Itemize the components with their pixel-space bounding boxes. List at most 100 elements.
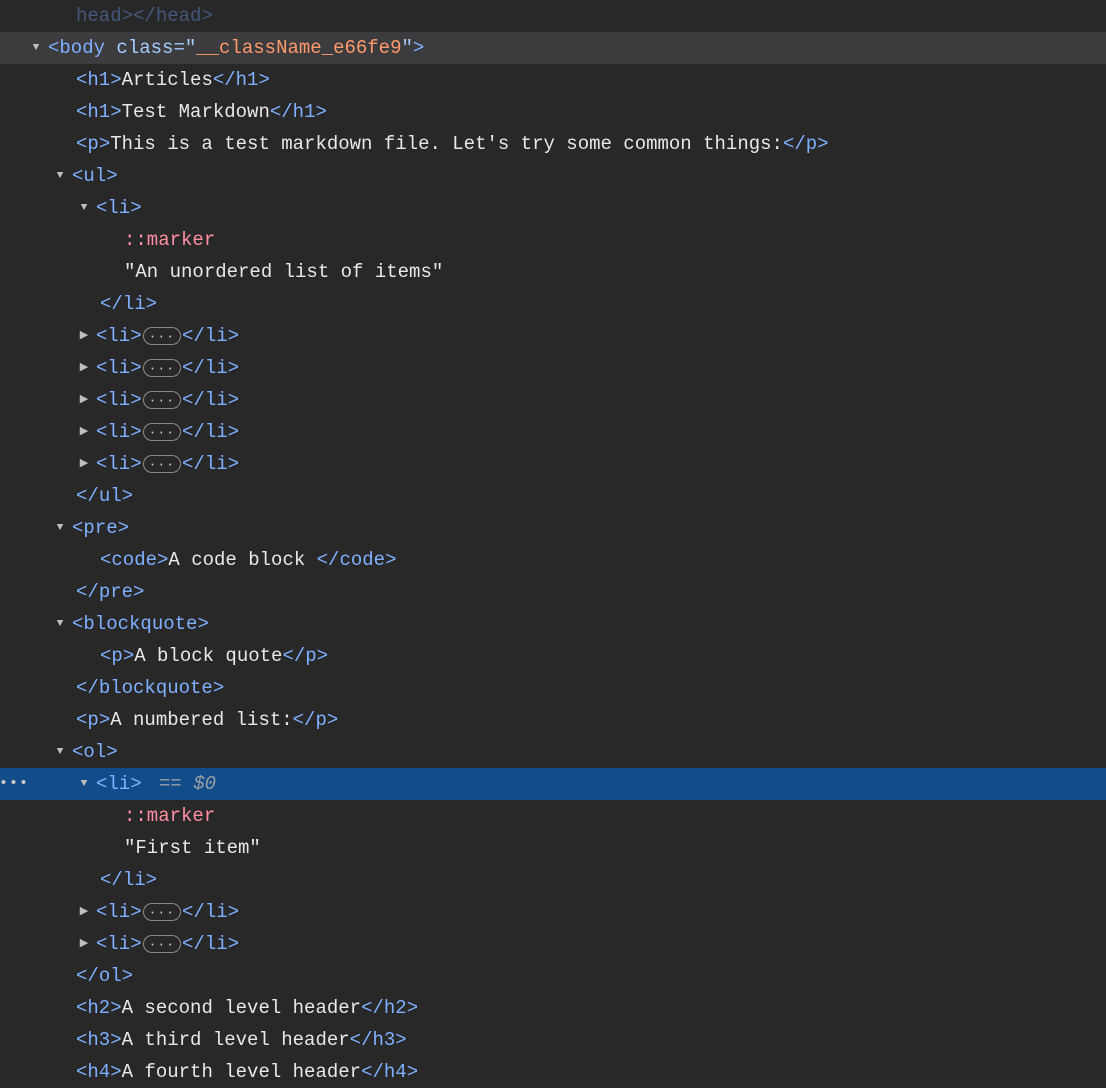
token-bracket: > bbox=[395, 1024, 406, 1056]
expand-toggle-open-icon[interactable]: ▼ bbox=[52, 608, 68, 640]
dom-tree-row[interactable]: </pre> bbox=[0, 576, 1106, 608]
token-bracket: > bbox=[228, 896, 239, 928]
token-bracket: > bbox=[197, 608, 208, 640]
dom-tree-row[interactable]: ▶<li>···</li> bbox=[0, 320, 1106, 352]
expand-toggle-closed-icon[interactable]: ▶ bbox=[76, 896, 92, 928]
token-tag: li bbox=[123, 288, 146, 320]
dom-tree-row[interactable]: ::marker bbox=[0, 800, 1106, 832]
expand-toggle-closed-icon[interactable]: ▶ bbox=[76, 384, 92, 416]
dom-tree-row[interactable]: "An unordered list of items" bbox=[0, 256, 1106, 288]
dom-tree-row[interactable]: ▼<body class="__className_e66fe9"> bbox=[0, 32, 1106, 64]
token-bracket: > bbox=[99, 128, 110, 160]
dom-tree-row[interactable]: "First item" bbox=[0, 832, 1106, 864]
token-pseudo: ::marker bbox=[124, 800, 215, 832]
expand-toggle-closed-icon[interactable]: ▶ bbox=[76, 928, 92, 960]
row-content: </pre> bbox=[28, 576, 144, 608]
dom-tree-row[interactable]: ::marker bbox=[0, 224, 1106, 256]
expand-toggle-closed-icon[interactable]: ▶ bbox=[76, 352, 92, 384]
dom-tree-row[interactable]: ▶<li>···</li> bbox=[0, 352, 1106, 384]
token-tag: h1 bbox=[236, 64, 259, 96]
token-bracket: > bbox=[130, 320, 141, 352]
token-tag: ul bbox=[99, 480, 122, 512]
token-text: A second level header bbox=[122, 992, 361, 1024]
collapsed-ellipsis-icon[interactable]: ··· bbox=[143, 935, 181, 953]
expand-toggle-open-icon[interactable]: ▼ bbox=[52, 512, 68, 544]
collapsed-ellipsis-icon[interactable]: ··· bbox=[143, 327, 181, 345]
dom-tree-row[interactable]: <h4>A fourth level header</h4> bbox=[0, 1056, 1106, 1088]
dom-tree-row[interactable]: </ul> bbox=[0, 480, 1106, 512]
token-bracket: > bbox=[118, 512, 129, 544]
dom-tree-row[interactable]: <p>A block quote</p> bbox=[0, 640, 1106, 672]
expand-toggle-closed-icon[interactable]: ▶ bbox=[76, 320, 92, 352]
expand-toggle-open-icon[interactable]: ▼ bbox=[52, 736, 68, 768]
dom-tree-row[interactable]: <h2>A second level header</h2> bbox=[0, 992, 1106, 1024]
token-bracket: </ bbox=[361, 1056, 384, 1088]
token-bracket: </ bbox=[182, 384, 205, 416]
expand-toggle-open-icon[interactable]: ▼ bbox=[76, 768, 92, 800]
dom-tree-row[interactable]: ▼<pre> bbox=[0, 512, 1106, 544]
token-bracket: < bbox=[96, 384, 107, 416]
dom-tree-row[interactable]: ▼<li> bbox=[0, 192, 1106, 224]
token-bracket: < bbox=[100, 640, 111, 672]
token-bracket: </ bbox=[100, 288, 123, 320]
dom-tree-row[interactable]: </li> bbox=[0, 288, 1106, 320]
dom-tree-row[interactable]: <code>A code block </code> bbox=[0, 544, 1106, 576]
collapsed-ellipsis-icon[interactable]: ··· bbox=[143, 423, 181, 441]
collapsed-ellipsis-icon[interactable]: ··· bbox=[143, 359, 181, 377]
dom-tree-row[interactable]: •••▼<li> == $0 bbox=[0, 768, 1106, 800]
dom-tree-row[interactable]: ▶<li>···</li> bbox=[0, 928, 1106, 960]
row-content: <p>A block quote</p> bbox=[28, 640, 328, 672]
token-tag: h2 bbox=[87, 992, 110, 1024]
dom-tree-row[interactable]: ▼<blockquote> bbox=[0, 608, 1106, 640]
dom-tree-row[interactable]: <h3>A third level header</h3> bbox=[0, 1024, 1106, 1056]
token-tag: h1 bbox=[87, 64, 110, 96]
token-bracket: < bbox=[96, 320, 107, 352]
row-content: ▶<li>···</li> bbox=[28, 320, 239, 352]
dom-tree-row[interactable]: ▶<li>···</li> bbox=[0, 416, 1106, 448]
collapsed-ellipsis-icon[interactable]: ··· bbox=[143, 903, 181, 921]
token-bracket: > bbox=[228, 928, 239, 960]
expand-toggle-open-icon[interactable]: ▼ bbox=[52, 160, 68, 192]
row-content: ▶<li>···</li> bbox=[28, 928, 239, 960]
row-content: ::marker bbox=[28, 224, 215, 256]
token-quoted: "An unordered list of items" bbox=[124, 256, 443, 288]
dom-tree-row[interactable]: <p>A numbered list:</p> bbox=[0, 704, 1106, 736]
token-bracket: > bbox=[130, 352, 141, 384]
dom-tree-row[interactable]: ▼<ul> bbox=[0, 160, 1106, 192]
dom-tree-row[interactable]: ▶<li>···</li> bbox=[0, 384, 1106, 416]
dom-tree-row[interactable]: ▶<li>···</li> bbox=[0, 896, 1106, 928]
row-content: <h2>A second level header</h2> bbox=[28, 992, 418, 1024]
token-tag: body bbox=[59, 32, 116, 64]
token-text: A block quote bbox=[134, 640, 282, 672]
dom-tree-row[interactable]: </li> bbox=[0, 864, 1106, 896]
expand-toggle-open-icon[interactable]: ▼ bbox=[76, 192, 92, 224]
token-bracket: > bbox=[385, 544, 396, 576]
token-bracket: > bbox=[407, 992, 418, 1024]
dom-tree-row[interactable]: head></head> bbox=[0, 0, 1106, 32]
dom-tree-row[interactable]: <h1>Test Markdown</h1> bbox=[0, 96, 1106, 128]
token-bracket: </ bbox=[100, 864, 123, 896]
dom-tree-row[interactable]: ▼<ol> bbox=[0, 736, 1106, 768]
dom-tree-row[interactable]: <h1>Articles</h1> bbox=[0, 64, 1106, 96]
dom-tree-row[interactable]: </blockquote> bbox=[0, 672, 1106, 704]
collapsed-ellipsis-icon[interactable]: ··· bbox=[143, 455, 181, 473]
dom-tree-row[interactable]: ▶<li>···</li> bbox=[0, 448, 1106, 480]
token-bracket: < bbox=[76, 128, 87, 160]
dom-tree-row[interactable]: </ol> bbox=[0, 960, 1106, 992]
token-bracket: </ bbox=[76, 480, 99, 512]
expand-toggle-open-icon[interactable]: ▼ bbox=[28, 32, 44, 64]
dom-tree-container: head></head>▼<body class="__className_e6… bbox=[0, 0, 1106, 1088]
collapsed-ellipsis-icon[interactable]: ··· bbox=[143, 391, 181, 409]
token-bracket: </ bbox=[783, 128, 806, 160]
expand-toggle-closed-icon[interactable]: ▶ bbox=[76, 448, 92, 480]
token-tag: li bbox=[107, 768, 130, 800]
dom-tree-row[interactable]: <p>This is a test markdown file. Let's t… bbox=[0, 128, 1106, 160]
token-bracket: < bbox=[72, 160, 83, 192]
row-gutter: ••• bbox=[0, 768, 28, 800]
row-content: "First item" bbox=[28, 832, 261, 864]
token-tag: ul bbox=[83, 160, 106, 192]
expand-toggle-closed-icon[interactable]: ▶ bbox=[76, 416, 92, 448]
token-bracket: < bbox=[76, 1024, 87, 1056]
gutter-dots-icon: ••• bbox=[0, 768, 29, 800]
token-bracket: > bbox=[413, 32, 424, 64]
